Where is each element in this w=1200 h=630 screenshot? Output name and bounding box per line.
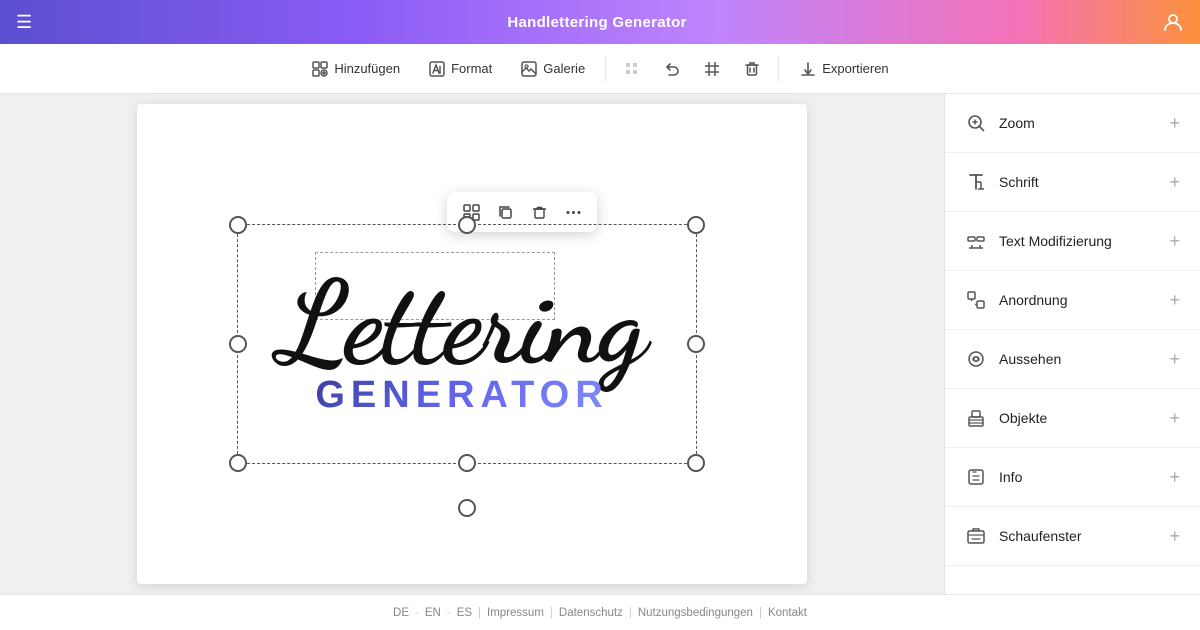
panel-label-aussehen: Aussehen [999,351,1061,367]
panel-label-info: Info [999,469,1022,485]
appearance-icon [965,348,987,370]
add-icon [311,60,329,78]
main-content: Lettering GENERATOR Zoom + [0,94,1200,594]
float-toolbar [447,192,597,232]
gallery-icon [520,60,538,78]
copy-button[interactable] [489,196,521,228]
footer-imprint[interactable]: Impressum [487,607,544,619]
selection-box [237,224,697,464]
showcase-icon [965,525,987,547]
canvas-area[interactable]: Lettering GENERATOR [0,94,944,594]
panel-item-schrift[interactable]: Schrift + [945,153,1200,212]
zoom-icon [965,112,987,134]
panel-item-aussehen[interactable]: Aussehen + [945,330,1200,389]
panel-label-schrift: Schrift [999,174,1039,190]
panel-objekte-plus: + [1169,408,1180,429]
lettering-word: Lettering [279,267,645,382]
footer-privacy[interactable]: Datenschutz [559,607,623,619]
user-icon[interactable] [1162,11,1184,33]
footer: DE - EN - ES | Impressum | Datenschutz |… [0,594,1200,630]
handle-tl[interactable] [229,216,247,234]
group-button[interactable] [455,196,487,228]
arrange-icon [965,289,987,311]
panel-schrift-plus: + [1169,172,1180,193]
gallery-button[interactable]: Galerie [508,54,597,84]
grid-view-button[interactable] [694,51,730,87]
export-icon [799,60,817,78]
app-title: Handlettering Generator [507,14,686,31]
format-button[interactable]: Format [416,54,504,84]
panel-anordnung-plus: + [1169,290,1180,311]
add-button[interactable]: Hinzufügen [299,54,412,84]
panel-item-objekte[interactable]: Objekte + [945,389,1200,448]
lang-en[interactable]: EN [425,607,441,619]
trash-icon [743,60,761,78]
generator-word: GENERATOR [315,374,608,417]
panel-item-zoom[interactable]: Zoom + [945,94,1200,153]
panel-label-objekte: Objekte [999,410,1047,426]
panel-item-schaufenster[interactable]: Schaufenster + [945,507,1200,566]
more-options-button[interactable] [557,196,589,228]
canvas-text: Lettering GENERATOR [217,212,707,472]
panel-aussehen-plus: + [1169,349,1180,370]
text-mod-icon [965,230,987,252]
panel-label-text-mod: Text Modifizierung [999,233,1112,249]
panel-item-info[interactable]: Info + [945,448,1200,507]
toolbar-sep-2 [778,57,779,81]
handle-tr[interactable] [687,216,705,234]
panel-label-zoom: Zoom [999,115,1035,131]
handle-bl[interactable] [229,454,247,472]
panel-schaufenster-plus: + [1169,526,1180,547]
handle-ml[interactable] [229,335,247,353]
panel-label-schaufenster: Schaufenster [999,528,1082,544]
handle-rotate[interactable] [458,499,476,517]
objects-icon [965,407,987,429]
float-delete-button[interactable] [523,196,555,228]
right-panel: Zoom + Schrift + [944,94,1200,594]
undo-icon [663,60,681,78]
toolbar-sep-1 [605,57,606,81]
panel-item-text-mod[interactable]: Text Modifizierung + [945,212,1200,271]
font-icon [965,171,987,193]
handle-mr[interactable] [687,335,705,353]
grid-toggle-button[interactable] [614,51,650,87]
undo-button[interactable] [654,51,690,87]
panel-zoom-plus: + [1169,113,1180,134]
lang-de[interactable]: DE [393,607,409,619]
inner-selection [315,252,555,320]
canvas-wrapper: Lettering GENERATOR [137,104,807,584]
handle-br[interactable] [687,454,705,472]
panel-info-plus: + [1169,467,1180,488]
menu-icon[interactable]: ☰ [16,12,32,33]
format-icon [428,60,446,78]
app-header: ☰ Handlettering Generator [0,0,1200,44]
panel-label-anordnung: Anordnung [999,292,1068,308]
grid-layout-icon [703,60,721,78]
info-icon [965,466,987,488]
grid-icon [623,60,641,78]
main-toolbar: Hinzufügen Format Galerie [0,44,1200,94]
export-button[interactable]: Exportieren [787,54,900,84]
panel-text-mod-plus: + [1169,231,1180,252]
lang-es[interactable]: ES [457,607,472,619]
delete-button[interactable] [734,51,770,87]
footer-terms[interactable]: Nutzungsbedingungen [638,607,753,619]
handle-bm[interactable] [458,454,476,472]
panel-item-anordnung[interactable]: Anordnung + [945,271,1200,330]
footer-contact[interactable]: Kontakt [768,607,807,619]
